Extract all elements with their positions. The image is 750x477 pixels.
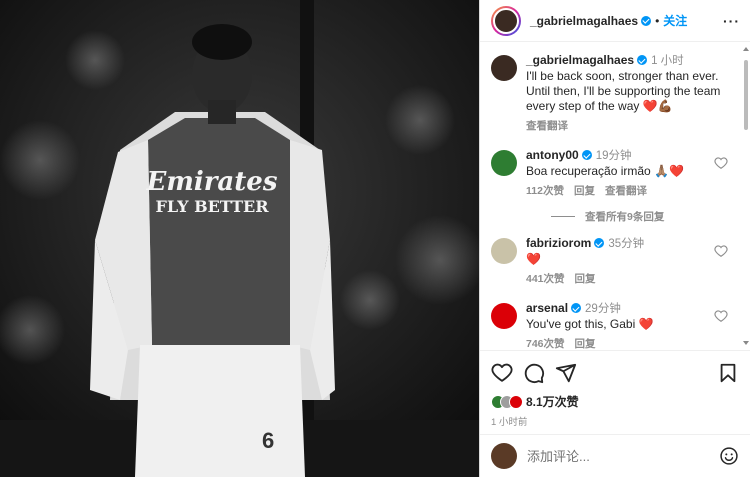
comment-text: You've got this, Gabi ❤️ — [526, 317, 654, 331]
comment-username[interactable]: fabriziorom — [526, 236, 591, 250]
comment-username[interactable]: arsenal — [526, 301, 568, 315]
caption-translate-link[interactable]: 查看翻译 — [526, 120, 568, 132]
like-comment-heart-icon[interactable] — [714, 156, 728, 170]
comment-bubble-icon[interactable] — [523, 362, 545, 384]
view-replies-label[interactable]: 查看所有9条回复 — [585, 209, 664, 224]
liker-avatar — [509, 394, 523, 409]
add-comment-input[interactable] — [527, 448, 719, 464]
reply-button[interactable]: 回复 — [574, 185, 595, 197]
like-comment-heart-icon[interactable] — [714, 244, 728, 258]
caption-username[interactable]: _gabrielmagalhaes — [526, 53, 634, 67]
caption: _gabrielmagalhaes 1 小时 I'll be back soon,… — [491, 53, 742, 134]
comment-time: 29分钟 — [585, 303, 621, 315]
jersey-sponsor: Emirates — [146, 167, 278, 197]
view-replies-button[interactable]: 查看所有9条回复 — [551, 209, 742, 224]
post-photo: Emirates FLY BETTER 6 — [0, 0, 479, 477]
comment-likes[interactable]: 441次赞 — [526, 273, 565, 285]
comment-time: 35分钟 — [608, 238, 645, 250]
comment-time: 19分钟 — [595, 150, 632, 162]
more-options-button[interactable]: ··· — [723, 13, 740, 29]
translate-link[interactable]: 查看翻译 — [605, 185, 647, 197]
comment-text: ❤️ — [526, 252, 541, 266]
like-comment-heart-icon[interactable] — [714, 309, 728, 323]
comment-likes[interactable]: 112次赞 — [526, 185, 564, 197]
scroll-down-icon[interactable] — [743, 341, 749, 345]
shorts-number: 6 — [262, 428, 274, 453]
comment-item: antony00 19分钟 Boa recuperação irmão 🙏🏽❤️ … — [491, 148, 742, 199]
follow-button[interactable]: 关注 — [663, 12, 687, 29]
author-username[interactable]: _gabrielmagalhaes — [530, 14, 638, 28]
emoji-picker-icon[interactable] — [719, 446, 739, 466]
comments-list[interactable]: _gabrielmagalhaes 1 小时 I'll be back soon,… — [480, 43, 742, 350]
reply-button[interactable]: 回复 — [575, 273, 596, 285]
jersey-tagline: FLY BETTER — [155, 197, 269, 216]
comment-likes[interactable]: 746次赞 — [526, 338, 565, 350]
post-sidebar: _gabrielmagalhaes • 关注 ··· _gabrielmagal… — [479, 0, 750, 477]
likes-count[interactable]: 8.1万次赞 — [526, 393, 579, 410]
verified-badge-icon — [581, 150, 592, 160]
comment-item: arsenal 29分钟 You've got this, Gabi ❤️ 746… — [491, 301, 742, 350]
scroll-up-icon[interactable] — [743, 47, 749, 51]
verified-badge-icon — [594, 238, 605, 248]
post-actions: 8.1万次赞 1 小时前 — [480, 350, 750, 436]
verified-badge-icon — [571, 303, 582, 313]
comment-avatar[interactable] — [491, 238, 517, 264]
author-avatar[interactable] — [491, 5, 521, 36]
caption-avatar[interactable] — [491, 55, 517, 81]
post-header: _gabrielmagalhaes • 关注 ··· — [480, 0, 750, 42]
post-timestamp: 1 小时前 — [491, 417, 528, 428]
share-send-icon[interactable] — [555, 362, 577, 384]
scrollbar-thumb[interactable] — [744, 60, 748, 130]
caption-time: 1 小时 — [651, 55, 684, 67]
comment-username[interactable]: antony00 — [526, 148, 579, 162]
separator-dot: • — [655, 13, 660, 28]
bookmark-save-icon[interactable] — [717, 362, 739, 384]
verified-badge-icon — [637, 55, 648, 65]
add-comment-bar — [480, 434, 750, 477]
comment-item: fabriziorom 35分钟 ❤️ 441次赞 回复 — [491, 236, 742, 287]
comment-text: Boa recuperação irmão 🙏🏽❤️ — [526, 164, 684, 178]
verified-badge-icon — [641, 15, 652, 26]
player-photo: Emirates FLY BETTER 6 — [0, 0, 479, 477]
comment-avatar[interactable] — [491, 303, 517, 329]
reply-button[interactable]: 回复 — [575, 338, 596, 350]
likes-summary[interactable]: 8.1万次赞 — [491, 393, 739, 410]
like-heart-icon[interactable] — [491, 362, 513, 384]
current-user-avatar — [491, 443, 517, 469]
caption-text: I'll be back soon, stronger than ever. U… — [526, 69, 721, 113]
comment-avatar[interactable] — [491, 150, 517, 176]
